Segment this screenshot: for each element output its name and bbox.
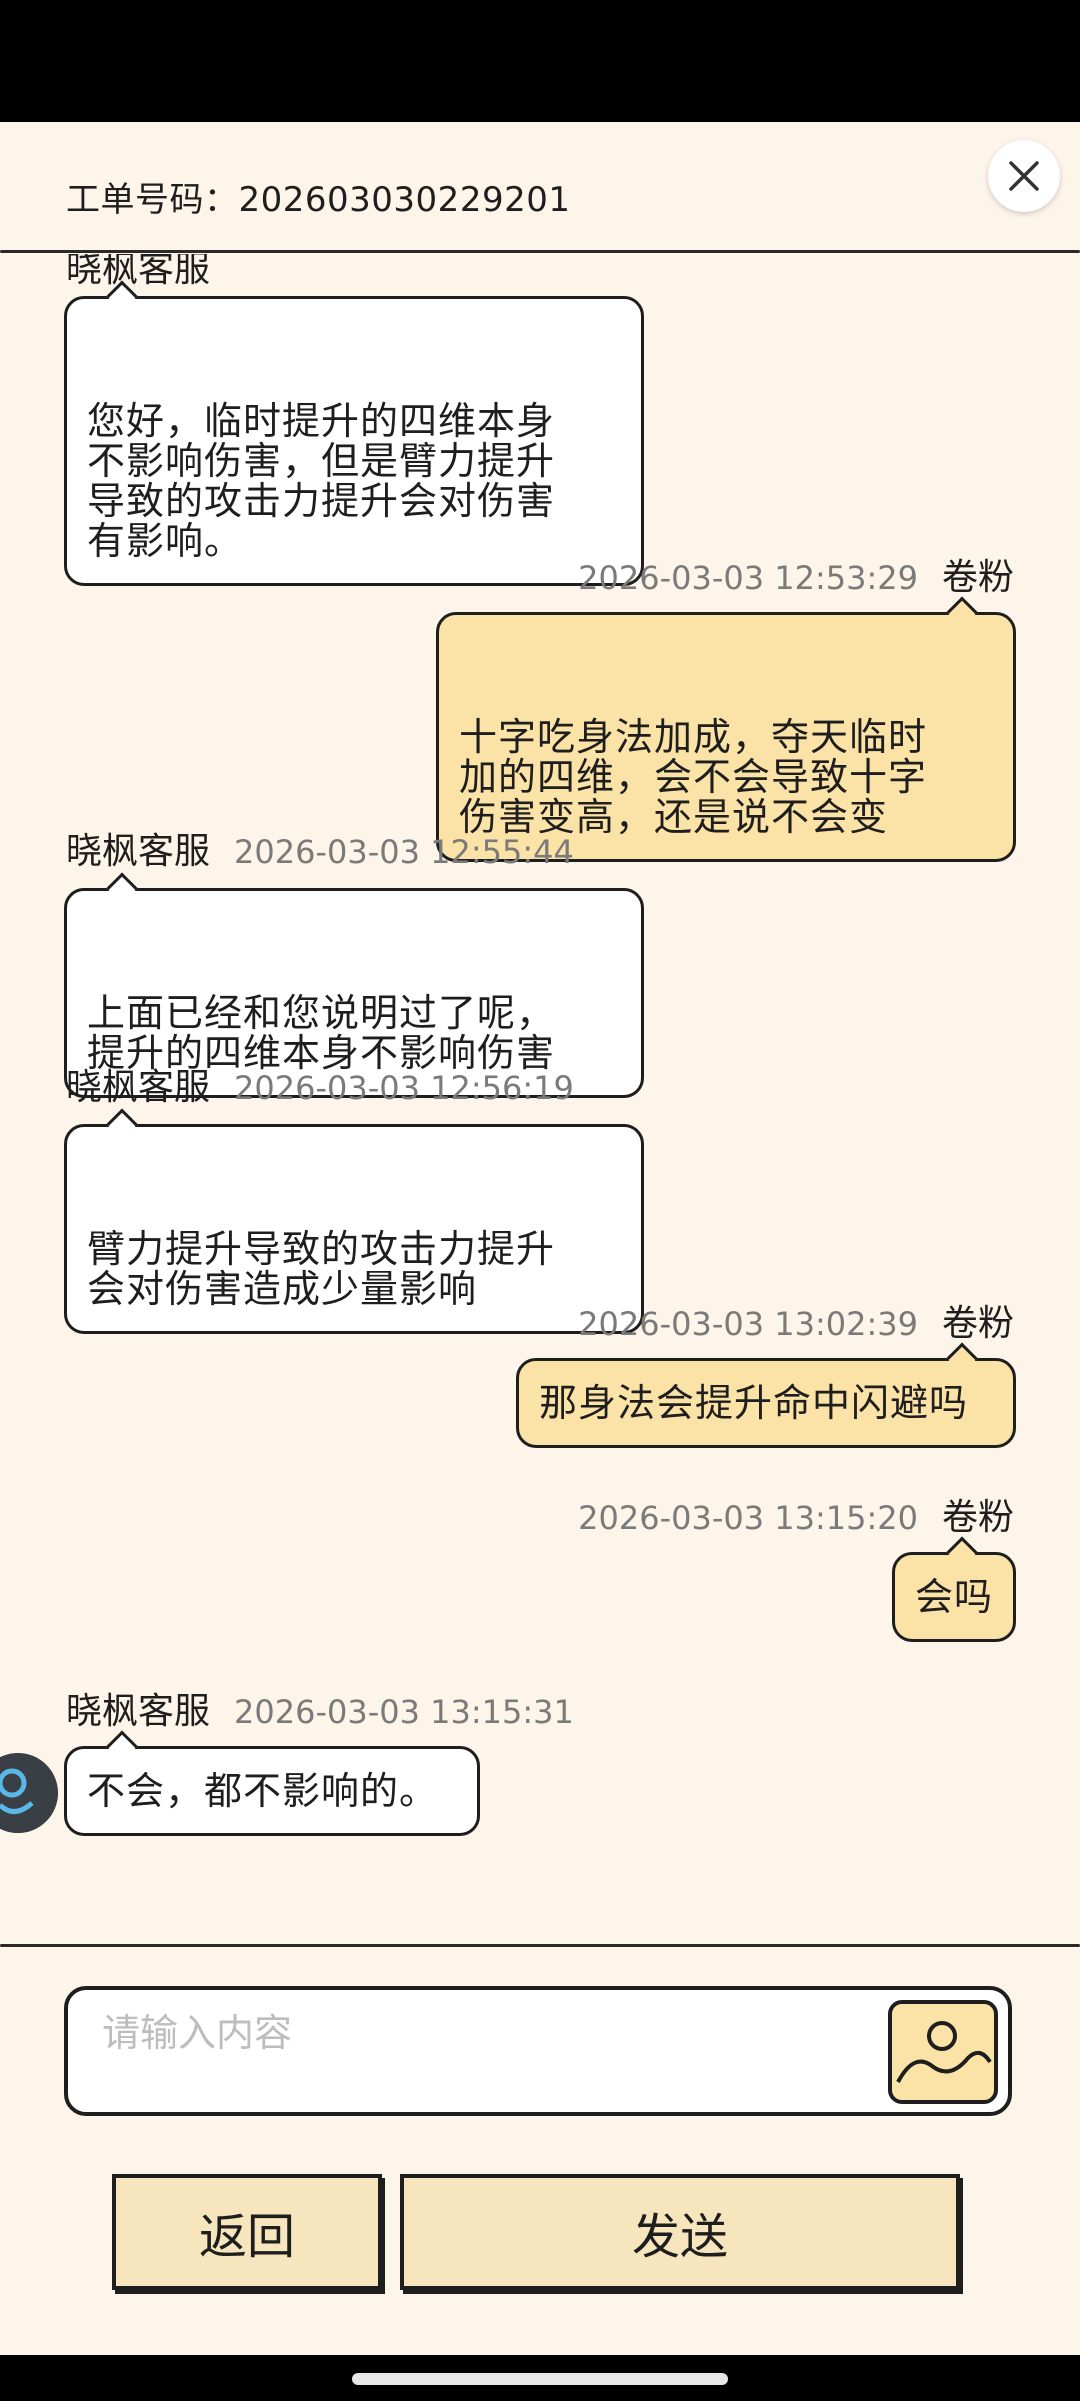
- sender-name: 晓枫客服: [66, 1691, 211, 1732]
- sender-row: 晓枫客服 2026-03-03 12:56:19: [66, 1058, 574, 1110]
- status-bar: [0, 0, 1080, 122]
- sender-row: 2026-03-03 12:53:29 卷粉: [578, 548, 1014, 600]
- message-text: 那身法会提升命中闪避吗: [539, 1381, 969, 1425]
- home-indicator[interactable]: [352, 2373, 728, 2385]
- message-time: 2026-03-03 13:02:39: [578, 1305, 918, 1343]
- send-button-label: 发送: [631, 2209, 728, 2265]
- sender-name: 晓枫客服: [66, 831, 211, 872]
- navigation-bar: [0, 2355, 1080, 2401]
- sender-row: 晓枫客服 2026-03-03 13:15:31: [66, 1682, 574, 1734]
- sender-row: 2026-03-03 13:02:39 卷粉: [578, 1294, 1014, 1346]
- sender-name: 卷粉: [941, 557, 1014, 598]
- message-time: 2026-03-03 12:53:29: [578, 559, 918, 597]
- message-bubble: 会吗: [892, 1536, 1016, 1642]
- input-divider: [0, 1944, 1080, 1947]
- header-divider: [0, 250, 1080, 253]
- sender-name: 卷粉: [941, 1497, 1014, 1538]
- close-icon: [1009, 161, 1039, 191]
- bubble-tail: [106, 872, 138, 904]
- back-button[interactable]: 返回: [112, 2174, 382, 2290]
- message-bubble: 您好，临时提升的四维本身 不影响伤害，但是臂力提升 导致的攻击力提升会对伤害 有…: [64, 280, 644, 586]
- sender-name: 卷粉: [941, 1303, 1014, 1344]
- sender-row: 晓枫客服 2026-03-03 12:55:44: [66, 822, 574, 874]
- ticket-number: 工单号码：202603030229201: [66, 180, 571, 220]
- sender-name: 晓枫客服: [66, 254, 211, 290]
- message-bubble: 臂力提升导致的攻击力提升 会对伤害造成少量影响: [64, 1108, 644, 1334]
- sender-row: 2026-03-03 13:15:20 卷粉: [578, 1488, 1014, 1540]
- message-input[interactable]: [102, 2008, 902, 2058]
- sender-row: 晓枫客服: [66, 254, 210, 292]
- bubble-tail: [946, 1342, 978, 1374]
- message-text: 十字吃身法加成，夺天临时 加的四维，会不会导致十字 伤害变高，还是说不会变: [459, 715, 928, 839]
- message-text: 不会，都不影响的。: [87, 1769, 439, 1813]
- message-text: 会吗: [915, 1575, 994, 1619]
- message-time: 2026-03-03 12:55:44: [234, 833, 574, 871]
- message-input-box[interactable]: [64, 1986, 1012, 2116]
- bubble-tail: [946, 1536, 978, 1568]
- message-bubble: 那身法会提升命中闪避吗: [516, 1342, 1016, 1448]
- message-bubble: 不会，都不影响的。: [64, 1730, 480, 1836]
- message-time: 2026-03-03 13:15:31: [234, 1693, 574, 1731]
- bubble-tail: [106, 1108, 138, 1140]
- send-button[interactable]: 发送: [400, 2174, 960, 2290]
- message-text: 臂力提升导致的攻击力提升 会对伤害造成少量影响: [87, 1227, 556, 1311]
- header: 工单号码：202603030229201: [0, 122, 1080, 252]
- close-button[interactable]: [988, 140, 1060, 212]
- bubble-tail: [106, 1730, 138, 1762]
- image-upload-button[interactable]: [888, 2000, 998, 2104]
- message-time: 2026-03-03 13:15:20: [578, 1499, 918, 1537]
- message-time: 2026-03-03 12:56:19: [234, 1069, 574, 1107]
- sender-name: 晓枫客服: [66, 1067, 211, 1108]
- message-text: 您好，临时提升的四维本身 不影响伤害，但是臂力提升 导致的攻击力提升会对伤害 有…: [87, 399, 556, 563]
- back-button-label: 返回: [198, 2209, 295, 2265]
- bubble-tail: [946, 596, 978, 628]
- image-icon: [896, 2021, 992, 2083]
- chat-area[interactable]: 晓枫客服 您好，临时提升的四维本身 不影响伤害，但是臂力提升 导致的攻击力提升会…: [0, 254, 1080, 1944]
